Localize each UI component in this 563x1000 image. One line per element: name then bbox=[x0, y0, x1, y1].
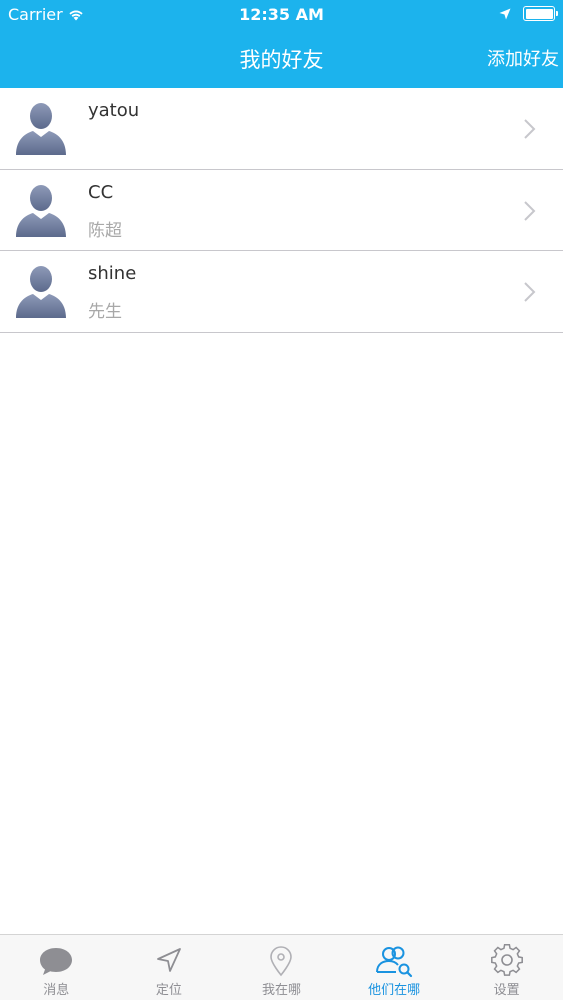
friend-row[interactable]: shine 先生 bbox=[0, 251, 563, 333]
navigation-arrow-icon bbox=[156, 948, 181, 972]
page-title: 我的好友 bbox=[239, 48, 324, 72]
status-bar: Carrier 12:35 AM bbox=[0, 0, 563, 30]
chevron-right-icon bbox=[524, 119, 536, 139]
gear-icon bbox=[490, 943, 523, 976]
location-arrow-icon bbox=[499, 8, 511, 19]
friend-note: 先生 bbox=[88, 302, 122, 322]
tab-where-are-they[interactable]: 他们在哪 bbox=[338, 935, 451, 1000]
nav-bar: 我的好友 添加好友 bbox=[0, 30, 563, 88]
avatar-placeholder-icon bbox=[16, 266, 66, 318]
friend-note: 陈超 bbox=[88, 220, 122, 241]
chat-bubble-icon bbox=[40, 948, 73, 975]
friend-name: yatou bbox=[88, 100, 140, 121]
tab-label: 我在哪 bbox=[261, 983, 301, 998]
friend-name: shine bbox=[88, 263, 137, 284]
tab-where-am-i[interactable]: 我在哪 bbox=[225, 935, 338, 1000]
location-pin-icon bbox=[270, 946, 293, 977]
avatar-placeholder-icon bbox=[16, 103, 66, 155]
friend-name: CC bbox=[88, 181, 114, 203]
status-right bbox=[499, 6, 558, 21]
friend-row[interactable]: yatou bbox=[0, 88, 563, 170]
tab-label: 消息 bbox=[43, 983, 70, 998]
tab-locate[interactable]: 定位 bbox=[113, 935, 226, 1000]
tab-messages[interactable]: 消息 bbox=[0, 935, 113, 1000]
tab-label: 设置 bbox=[493, 983, 520, 998]
tab-label: 定位 bbox=[155, 983, 182, 998]
add-friend-button[interactable]: 添加好友 bbox=[487, 45, 559, 71]
chevron-right-icon bbox=[524, 282, 536, 302]
friend-list: yatou CC 陈超 shine 先生 bbox=[0, 88, 563, 333]
tab-settings[interactable]: 设置 bbox=[450, 935, 563, 1000]
battery-fill bbox=[525, 8, 553, 19]
avatar-placeholder-icon bbox=[16, 184, 66, 237]
friend-row[interactable]: CC 陈超 bbox=[0, 170, 563, 251]
tab-label: 他们在哪 bbox=[368, 983, 421, 998]
chevron-right-icon bbox=[524, 200, 536, 221]
battery-icon bbox=[523, 6, 558, 21]
tab-bar: 消息 定位 我在哪 他们在哪 设置 bbox=[0, 934, 563, 1000]
status-time: 12:35 AM bbox=[239, 5, 324, 24]
header: Carrier 12:35 AM 我的好友 添加好友 bbox=[0, 0, 563, 88]
people-search-icon bbox=[376, 946, 413, 978]
